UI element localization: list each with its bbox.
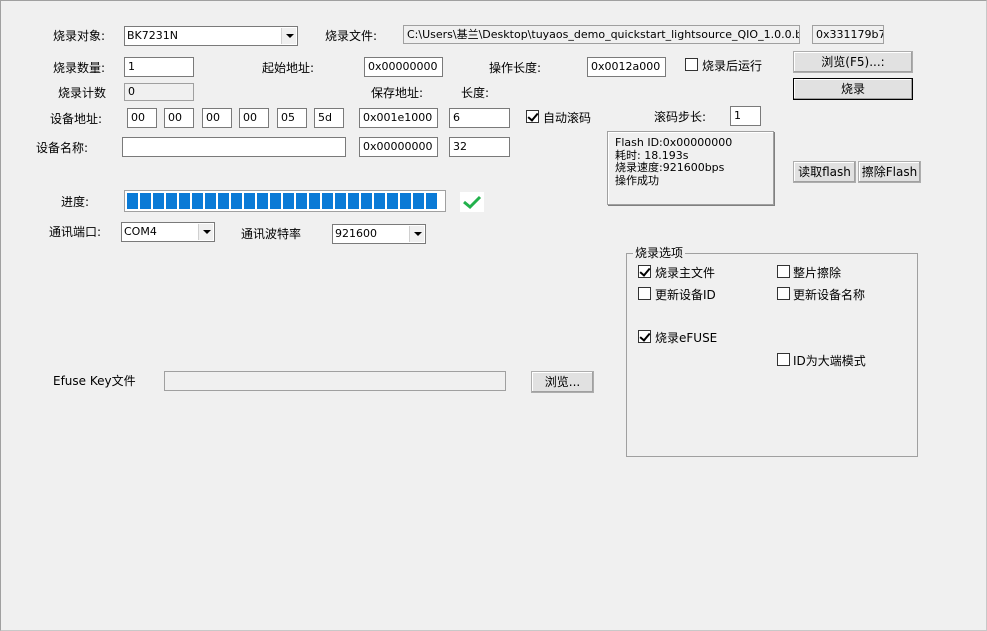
device-name-label: 设备名称: [36,141,89,155]
device-addr-byte-3[interactable]: 00 [202,108,232,128]
progress-bar [124,190,446,212]
progress-segment [335,193,346,209]
progress-segment [257,193,268,209]
burn-speed-text: 烧录速度:921600bps [615,161,725,174]
chevron-down-icon[interactable] [198,224,213,240]
device-addr-byte-1[interactable]: 00 [127,108,157,128]
progress-segment [348,193,359,209]
progress-segment [296,193,307,209]
run-after-label: 烧录后运行 [702,59,763,73]
burn-options-group: 烧录选项 烧录主文件 整片擦除 更新设备ID 更新设备名称 烧录eFUSE ID… [626,246,918,457]
flash-id-text: Flash ID:0x00000000 [615,136,733,149]
baud-label: 通讯波特率 [241,227,302,241]
progress-segment [309,193,320,209]
count-label: 烧录数量: [53,61,106,75]
id-big-endian-checkbox[interactable] [777,353,790,366]
name-len-input[interactable]: 32 [449,137,510,157]
burn-efuse-checkbox[interactable] [638,330,651,343]
efuse-key-field[interactable] [164,371,506,391]
baud-select[interactable]: 921600 [332,224,426,244]
progress-segment [400,193,411,209]
device-addr-byte-6[interactable]: 5d [314,108,344,128]
burn-button[interactable]: 烧录 [793,78,913,100]
progress-segment [426,193,437,209]
checksum-field: 0x331179b7 [812,25,884,44]
burn-main-checkbox[interactable] [638,265,651,278]
burn-options-title: 烧录选项 [633,246,686,260]
progress-segment [192,193,203,209]
port-select[interactable]: COM4 [121,222,215,242]
progress-segment [361,193,372,209]
id-big-endian-label: ID为大端模式 [793,354,866,368]
progress-segment [322,193,333,209]
browse-button[interactable]: 浏览(F5)...: [793,51,913,73]
progress-segment [179,193,190,209]
run-after-checkbox[interactable] [685,58,698,71]
progress-segment [270,193,281,209]
progress-segment [205,193,216,209]
chevron-down-icon[interactable] [409,226,424,242]
device-addr-byte-2[interactable]: 00 [164,108,194,128]
roll-step-input[interactable]: 1 [730,106,761,126]
efuse-key-label: Efuse Key文件 [53,374,136,388]
baud-value: 921600 [335,227,377,240]
progress-segment [127,193,138,209]
progress-segment [231,193,242,209]
port-value: COM4 [124,225,157,238]
progress-segment [283,193,294,209]
progress-segment [153,193,164,209]
count-input[interactable]: 1 [124,57,194,77]
progress-segment [244,193,255,209]
progress-segment [413,193,424,209]
chip-erase-checkbox[interactable] [777,265,790,278]
erase-flash-button[interactable]: 擦除Flash [858,161,921,183]
device-addr-label: 设备地址: [50,112,103,126]
start-addr-input[interactable]: 0x00000000 [364,57,443,77]
update-name-checkbox[interactable] [777,287,790,300]
burn-counter-label: 烧录计数 [58,86,107,100]
result-text: 操作成功 [615,173,659,187]
target-label: 烧录对象: [53,29,106,43]
save-addr-input[interactable]: 0x001e1000 [359,108,438,128]
read-flash-button[interactable]: 读取flash [793,161,856,183]
progress-segment [387,193,398,209]
start-addr-label: 起始地址: [262,61,315,75]
save-addr-label: 保存地址: [371,86,424,100]
browse-efuse-button[interactable]: 浏览... [531,371,594,393]
auto-roll-checkbox[interactable] [526,110,539,123]
op-length-label: 操作长度: [489,61,542,75]
progress-segment [218,193,229,209]
progress-label: 进度: [61,195,90,209]
update-id-checkbox[interactable] [638,287,651,300]
roll-step-label: 滚码步长: [654,110,707,124]
burn-main-label: 烧录主文件 [655,266,716,280]
update-id-label: 更新设备ID [655,288,716,302]
update-name-label: 更新设备名称 [793,288,866,302]
auto-roll-label: 自动滚码 [543,111,592,125]
status-panel: Flash ID:0x00000000 耗时: 18.193s 烧录速度:921… [607,131,774,205]
chip-erase-label: 整片擦除 [793,266,842,280]
save-len-input[interactable]: 6 [449,108,510,128]
device-addr-byte-5[interactable]: 05 [277,108,307,128]
burn-efuse-label: 烧录eFUSE [655,331,718,345]
name-addr-input[interactable]: 0x00000000 [359,137,438,157]
progress-segment [140,193,151,209]
checkmark-icon [460,192,484,212]
file-path-field[interactable]: C:\Users\基兰\Desktop\tuyaos_demo_quicksta… [403,25,800,44]
target-select[interactable]: BK7231N [124,26,298,46]
port-label: 通讯端口: [49,225,102,239]
progress-segment [166,193,177,209]
target-value: BK7231N [127,29,178,42]
burn-counter-field: 0 [124,83,194,101]
progress-fill [127,193,443,209]
length-label: 长度: [461,86,490,100]
chevron-down-icon[interactable] [281,28,296,44]
file-label: 烧录文件: [325,29,378,43]
progress-segment [374,193,385,209]
device-name-input[interactable] [122,137,346,157]
device-addr-byte-4[interactable]: 00 [239,108,269,128]
op-length-input[interactable]: 0x0012a000 [587,57,666,77]
